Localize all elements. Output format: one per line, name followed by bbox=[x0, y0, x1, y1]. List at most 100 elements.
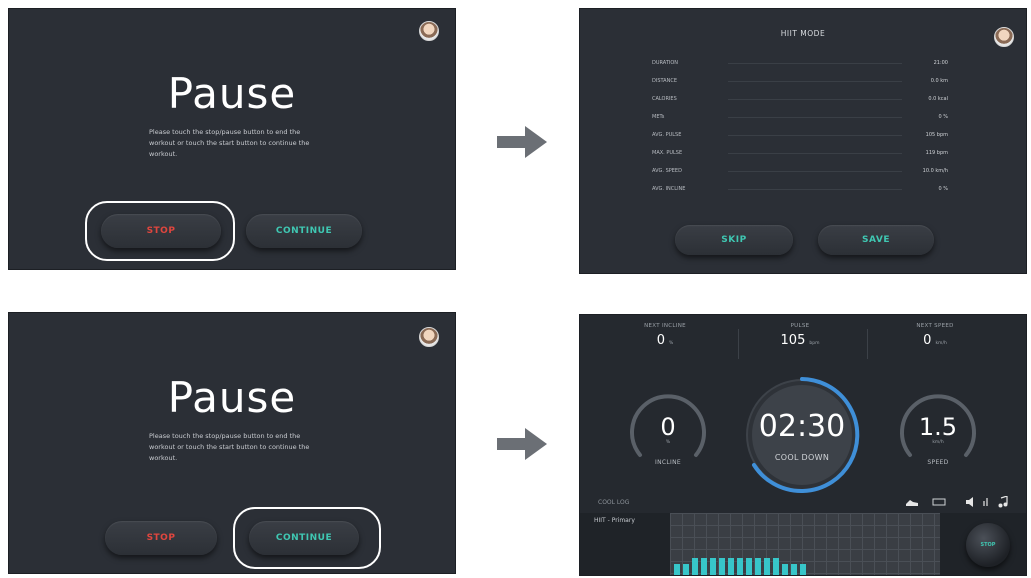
pause-message: Please touch the stop/pause button to en… bbox=[149, 432, 310, 462]
chart-bar bbox=[782, 564, 788, 575]
incline-value: 0 bbox=[660, 413, 676, 441]
summary-row: CALORIES 0.0 kcal bbox=[652, 93, 948, 105]
chart-bar bbox=[755, 558, 761, 575]
chart-grid bbox=[670, 513, 940, 575]
summary-row-value: 0.0 kcal bbox=[928, 96, 948, 102]
summary-row-label: AVG. SPEED bbox=[652, 168, 682, 174]
pulse-value: 105 bbox=[780, 333, 806, 348]
save-button[interactable]: SAVE bbox=[818, 225, 934, 255]
incline-label: INCLINE bbox=[655, 459, 681, 466]
next-incline-unit: % bbox=[669, 341, 674, 346]
chart-bar bbox=[710, 558, 716, 575]
summary-row-value: 105 bpm bbox=[925, 132, 948, 138]
summary-row-value: 21:00 bbox=[933, 60, 948, 66]
timer-label: COOL DOWN bbox=[774, 453, 830, 462]
summary-row-label: METs bbox=[652, 114, 665, 120]
skip-button[interactable]: SKIP bbox=[675, 225, 793, 255]
continue-highlight-outline bbox=[233, 507, 381, 569]
summary-row-label: MAX. PULSE bbox=[652, 150, 683, 156]
chart-bar bbox=[728, 558, 734, 575]
next-speed-label: NEXT SPEED bbox=[916, 323, 954, 329]
chart-label: HIIT - Primary bbox=[594, 517, 635, 524]
pulse-label: PULSE bbox=[790, 323, 810, 329]
summary-row: AVG. INCLINE 0 % bbox=[652, 183, 948, 195]
chart-bar bbox=[701, 558, 707, 575]
timer-value: 02:30 bbox=[758, 409, 846, 444]
summary-row: AVG. PULSE 105 bpm bbox=[652, 129, 948, 141]
cool-log-label: COOL LOG bbox=[598, 499, 630, 506]
volume-icon[interactable] bbox=[965, 497, 977, 507]
divider bbox=[738, 329, 739, 359]
summary-title: HIIT MODE bbox=[780, 29, 826, 38]
stop-highlight-outline bbox=[85, 201, 235, 261]
chart-bar bbox=[674, 564, 680, 575]
speed-gauge[interactable]: 1.5 km/h SPEED bbox=[896, 391, 980, 475]
summary-row-divider bbox=[728, 170, 902, 172]
summary-row-value: 0.0 km bbox=[930, 78, 948, 84]
summary-row: MAX. PULSE 119 bpm bbox=[652, 147, 948, 159]
next-speed-unit: km/h bbox=[935, 341, 947, 346]
timer-dial: 02:30 COOL DOWN bbox=[740, 373, 864, 497]
pause-title: Pause bbox=[167, 69, 297, 118]
chart-bar bbox=[692, 558, 698, 575]
speed-value: 1.5 bbox=[918, 413, 958, 441]
incline-unit: % bbox=[665, 440, 671, 445]
summary-row-value: 0 % bbox=[938, 186, 948, 192]
chart-bar bbox=[800, 564, 806, 575]
summary-row: METs 0 % bbox=[652, 111, 948, 123]
stop-button[interactable]: STOP bbox=[105, 521, 217, 555]
workout-profile-chart: HIIT - Primary STOP bbox=[580, 513, 1026, 575]
pulse-readout: PULSE 105 bpm bbox=[755, 323, 845, 348]
continue-button-label: CONTINUE bbox=[275, 226, 333, 236]
pause-title: Pause bbox=[167, 373, 297, 422]
pause-screen-stop: Pause Please touch the stop/pause button… bbox=[8, 8, 456, 270]
chart-bar bbox=[764, 558, 770, 575]
volume-level-icon[interactable] bbox=[982, 497, 990, 507]
summary-row-divider bbox=[728, 188, 902, 190]
user-avatar[interactable] bbox=[419, 21, 439, 41]
save-button-label: SAVE bbox=[862, 235, 890, 245]
divider bbox=[867, 329, 868, 359]
user-avatar[interactable] bbox=[419, 327, 439, 347]
stop-knob-label: STOP bbox=[980, 542, 996, 548]
summary-row-divider bbox=[728, 152, 902, 154]
chart-bar bbox=[737, 558, 743, 575]
summary-row-label: DURATION bbox=[652, 60, 679, 66]
summary-row-divider bbox=[728, 134, 902, 136]
pause-message: Please touch the stop/pause button to en… bbox=[149, 128, 310, 158]
shoe-icon[interactable] bbox=[905, 497, 919, 507]
summary-row-value: 10.0 km/h bbox=[922, 168, 948, 174]
pulse-unit: bpm bbox=[809, 341, 820, 346]
speed-label: SPEED bbox=[927, 459, 949, 466]
chart-bar bbox=[773, 558, 779, 575]
summary-row: DISTANCE 0.0 km bbox=[652, 75, 948, 87]
chart-bar bbox=[683, 564, 689, 575]
summary-row-label: AVG. PULSE bbox=[652, 132, 682, 138]
summary-row-value: 119 bpm bbox=[925, 150, 948, 156]
arrow-right-icon bbox=[497, 428, 547, 460]
continue-button[interactable]: CONTINUE bbox=[246, 214, 362, 248]
summary-row-label: AVG. INCLINE bbox=[652, 186, 686, 192]
chart-toggle-icon[interactable] bbox=[932, 497, 946, 507]
summary-row-value: 0 % bbox=[938, 114, 948, 120]
summary-row: DURATION 21:00 bbox=[652, 57, 948, 69]
next-speed-readout: NEXT SPEED 0 km/h bbox=[890, 323, 980, 348]
summary-row-divider bbox=[728, 116, 902, 118]
incline-gauge[interactable]: 0 % INCLINE bbox=[626, 391, 710, 475]
summary-row-divider bbox=[728, 98, 902, 100]
arrow-right-icon bbox=[497, 126, 547, 158]
summary-row-divider bbox=[728, 62, 902, 64]
summary-row-label: DISTANCE bbox=[652, 78, 677, 84]
next-incline-readout: NEXT INCLINE 0% bbox=[620, 323, 710, 348]
workout-summary-screen: HIIT MODE DURATION 21:00 DISTANCE 0.0 km CAL… bbox=[579, 8, 1027, 274]
stop-button-label: STOP bbox=[146, 533, 176, 543]
next-incline-label: NEXT INCLINE bbox=[644, 323, 686, 329]
workout-screen: NEXT INCLINE 0% PULSE 105 bpm NEXT SPEED … bbox=[579, 314, 1027, 576]
chart-bar bbox=[719, 558, 725, 575]
music-icon[interactable] bbox=[998, 496, 1008, 508]
summary-row: AVG. SPEED 10.0 km/h bbox=[652, 165, 948, 177]
stop-knob[interactable]: STOP bbox=[966, 523, 1010, 567]
skip-button-label: SKIP bbox=[721, 235, 747, 245]
chart-bar bbox=[746, 558, 752, 575]
chart-bar bbox=[791, 564, 797, 575]
